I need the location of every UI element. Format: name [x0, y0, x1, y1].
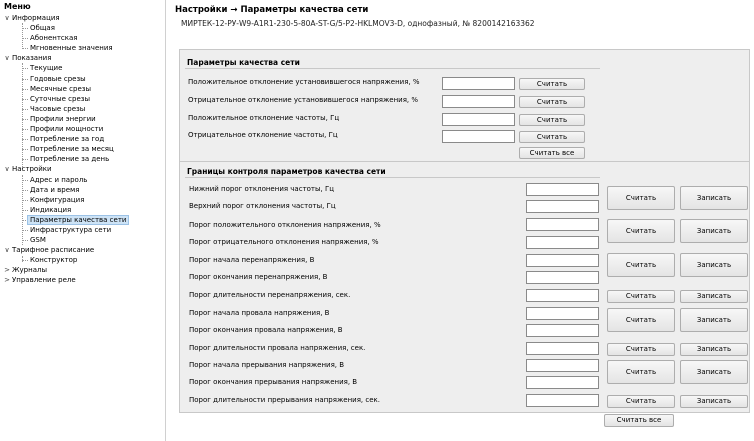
limit-read-button[interactable]: Считать [607, 343, 675, 356]
sidebar-item-network-quality[interactable]: Параметры качества сети [0, 214, 166, 225]
chevron-right-icon: > [4, 276, 10, 285]
quality-params-heading: Параметры качества сети [185, 58, 600, 69]
page-title: Настройки → Параметры качества сети [175, 5, 369, 15]
sidebar-item-consumption-year[interactable]: Потребление за год [0, 134, 166, 144]
limit-row-label: Порог начала прерывания напряжения, В [189, 361, 345, 369]
quality-value-input[interactable] [442, 95, 515, 108]
limit-row-label: Порог длительности прерывания напряжения… [189, 396, 380, 404]
limit-value-input[interactable] [526, 307, 599, 320]
main-content: Настройки → Параметры качества сети МИРТ… [166, 0, 754, 441]
quality-row-label: Отрицательное отклонение установившегося… [188, 96, 419, 104]
sidebar-item-current[interactable]: Текущие [0, 63, 166, 73]
sidebar-item-indication[interactable]: Индикация [0, 205, 166, 215]
sidebar-item-yearly-slices[interactable]: Годовые срезы [0, 74, 166, 84]
sidebar-item-information[interactable]: ∨ Информация [0, 13, 166, 23]
limit-value-input[interactable] [526, 342, 599, 355]
chevron-right-icon: > [4, 266, 10, 275]
quality-limits-panel: Границы контроля параметров качества сет… [179, 162, 750, 413]
sidebar-item-constructor[interactable]: Конструктор [0, 255, 166, 265]
chevron-down-icon: ∨ [4, 165, 10, 174]
limit-row-label: Порог длительности провала напряжения, с… [189, 344, 366, 352]
limit-value-input[interactable] [526, 218, 599, 231]
sidebar-item-subscriber[interactable]: Абонентская [0, 33, 166, 43]
limit-write-button[interactable]: Записать [680, 360, 748, 384]
limit-read-button[interactable]: Считать [607, 308, 675, 332]
quality-value-input[interactable] [442, 113, 515, 126]
quality-row-label: Положительное отклонение установившегося… [188, 78, 420, 86]
limit-value-input[interactable] [526, 289, 599, 302]
limit-value-input[interactable] [526, 359, 599, 372]
sidebar-item-configuration[interactable]: Конфигурация [0, 195, 166, 205]
sidebar-title: Меню [4, 2, 31, 11]
chevron-down-icon: ∨ [4, 54, 10, 63]
limits-read-all-button[interactable]: Считать все [604, 414, 674, 427]
limit-write-button[interactable]: Записать [680, 395, 748, 408]
limit-write-button[interactable]: Записать [680, 308, 748, 332]
sidebar-item-gsm[interactable]: GSM [0, 235, 166, 245]
sidebar-item-date-time[interactable]: Дата и время [0, 185, 166, 195]
sidebar-item-settings[interactable]: ∨ Настройки [0, 164, 166, 174]
limit-row-label: Порог длительности перенапряжения, сек. [189, 291, 351, 299]
sidebar-item-monthly-slices[interactable]: Месячные срезы [0, 84, 166, 94]
sidebar-item-readings[interactable]: ∨ Показания [0, 53, 166, 63]
limit-read-button[interactable]: Считать [607, 290, 675, 303]
quality-read-button[interactable]: Считать [519, 78, 585, 90]
sidebar-item-consumption-day[interactable]: Потребление за день [0, 154, 166, 164]
limit-value-input[interactable] [526, 376, 599, 389]
sidebar-item-energy-profiles[interactable]: Профили энергии [0, 114, 166, 124]
limit-row-label: Порог окончания прерывания напряжения, В [189, 378, 358, 386]
limit-row-label: Порог начала провала напряжения, В [189, 309, 330, 317]
limit-write-button[interactable]: Записать [680, 290, 748, 303]
quality-row-label: Отрицательное отклонение частоты, Гц [188, 131, 338, 139]
limit-read-button[interactable]: Считать [607, 186, 675, 210]
limit-write-button[interactable]: Записать [680, 253, 748, 277]
limit-value-input[interactable] [526, 254, 599, 267]
sidebar: Меню ∨ Информация Общая Абонентская Мгнов… [0, 0, 166, 441]
limit-read-button[interactable]: Считать [607, 253, 675, 277]
limit-value-input[interactable] [526, 324, 599, 337]
limit-row-label: Порог окончания провала напряжения, В [189, 326, 343, 334]
quality-value-input[interactable] [442, 130, 515, 143]
sidebar-item-tariff-schedule[interactable]: ∨ Тарифное расписание [0, 245, 166, 255]
limit-value-input[interactable] [526, 394, 599, 407]
device-info: МИРТЕК-12-РУ-W9-A1R1-230-5-80A-ST-G/5-P2… [181, 19, 535, 28]
quality-params-panel: Параметры качества сети Положительное от… [179, 49, 750, 162]
quality-read-button[interactable]: Считать [519, 131, 585, 143]
limit-row-label: Верхний порог отклонения частоты, Гц [189, 202, 336, 210]
limit-read-button[interactable]: Считать [607, 219, 675, 243]
sidebar-tree: ∨ Информация Общая Абонентская Мгновенные… [0, 13, 166, 286]
chevron-down-icon: ∨ [4, 14, 10, 22]
sidebar-item-network-infrastructure[interactable]: Инфраструктура сети [0, 225, 166, 235]
limit-write-button[interactable]: Записать [680, 343, 748, 356]
sidebar-item-daily-slices[interactable]: Суточные срезы [0, 94, 166, 104]
limit-row-label: Нижний порог отклонения частоты, Гц [189, 185, 335, 193]
sidebar-item-instant-values[interactable]: Мгновенные значения [0, 43, 166, 53]
limit-row-label: Порог отрицательного отклонения напряжен… [189, 238, 379, 246]
quality-value-input[interactable] [442, 77, 515, 90]
chevron-down-icon: ∨ [4, 246, 10, 255]
limit-read-button[interactable]: Считать [607, 395, 675, 408]
limit-value-input[interactable] [526, 236, 599, 249]
limit-value-input[interactable] [526, 271, 599, 284]
quality-read-all-button[interactable]: Считать все [519, 147, 585, 159]
limit-value-input[interactable] [526, 183, 599, 196]
quality-row-label: Положительное отклонение частоты, Гц [188, 114, 340, 122]
limit-write-button[interactable]: Записать [680, 219, 748, 243]
limit-row-label: Порог положительного отклонения напряжен… [189, 221, 381, 229]
quality-read-button[interactable]: Считать [519, 114, 585, 126]
sidebar-item-hourly-slices[interactable]: Часовые срезы [0, 104, 166, 114]
limit-value-input[interactable] [526, 200, 599, 213]
sidebar-item-consumption-month[interactable]: Потребление за месяц [0, 144, 166, 154]
limit-row-label: Порог начала перенапряжения, В [189, 256, 315, 264]
quality-read-button[interactable]: Считать [519, 96, 585, 108]
sidebar-item-journals[interactable]: > Журналы [0, 265, 166, 275]
sidebar-item-address-password[interactable]: Адрес и пароль [0, 175, 166, 185]
quality-limits-heading: Границы контроля параметров качества сет… [185, 167, 600, 178]
sidebar-item-general[interactable]: Общая [0, 23, 166, 33]
limit-row-label: Порог окончания перенапряжения, В [189, 273, 328, 281]
sidebar-item-relay-control[interactable]: > Управление реле [0, 275, 166, 285]
limit-write-button[interactable]: Записать [680, 186, 748, 210]
sidebar-item-power-profiles[interactable]: Профили мощности [0, 124, 166, 134]
limit-read-button[interactable]: Считать [607, 360, 675, 384]
